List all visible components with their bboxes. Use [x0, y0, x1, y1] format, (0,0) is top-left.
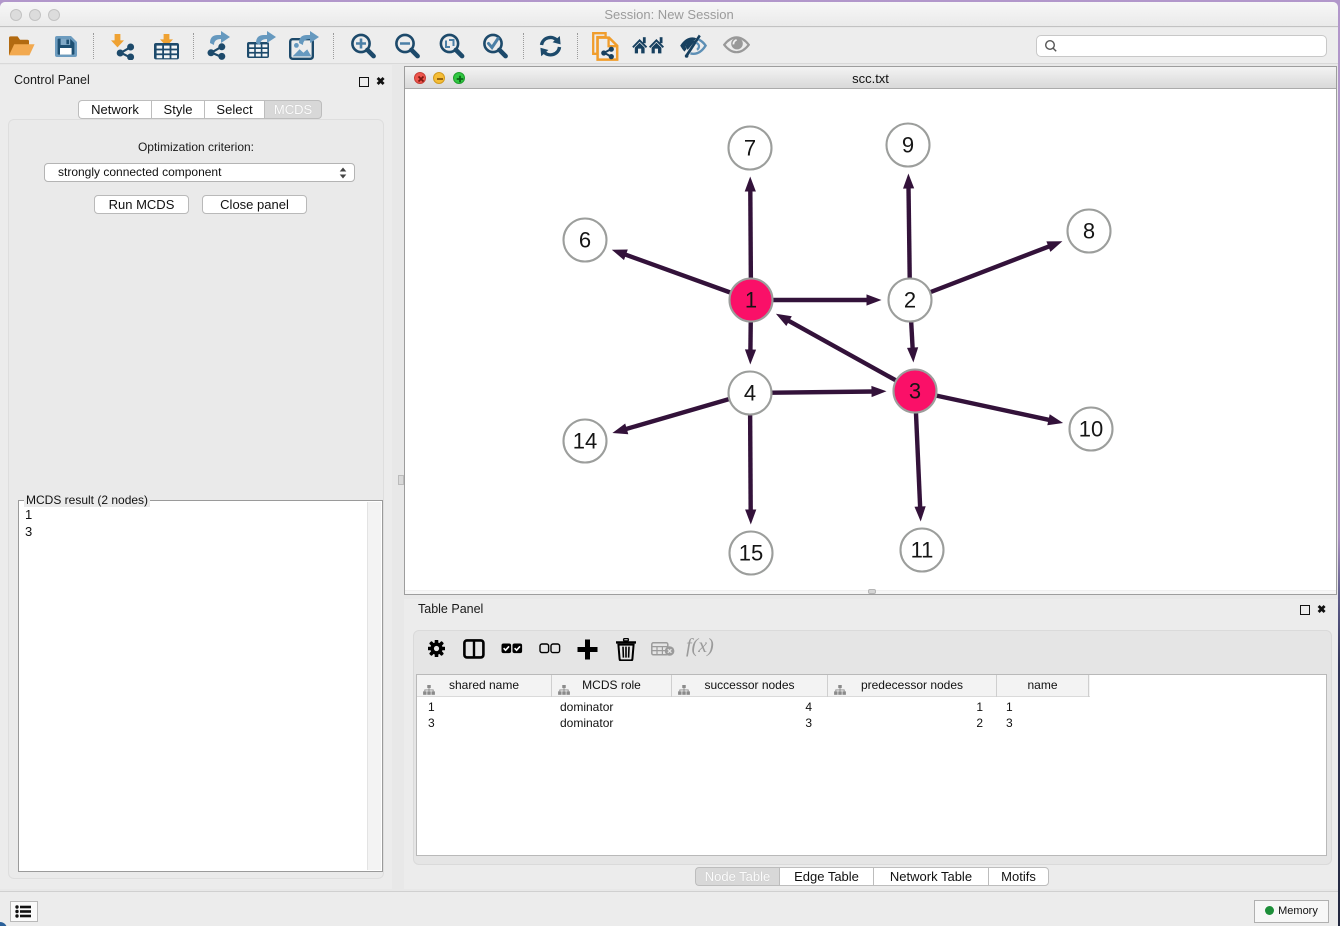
svg-text:15: 15: [739, 541, 763, 566]
svg-text:7: 7: [744, 136, 756, 161]
svg-text:8: 8: [1083, 219, 1095, 244]
svg-text:9: 9: [902, 133, 914, 158]
svg-text:2: 2: [904, 288, 916, 313]
svg-text:14: 14: [573, 429, 597, 454]
svg-text:3: 3: [909, 379, 921, 404]
svg-text:10: 10: [1079, 417, 1103, 442]
svg-text:6: 6: [579, 228, 591, 253]
svg-text:1: 1: [745, 288, 757, 313]
svg-text:11: 11: [911, 538, 934, 563]
svg-text:4: 4: [744, 381, 756, 406]
